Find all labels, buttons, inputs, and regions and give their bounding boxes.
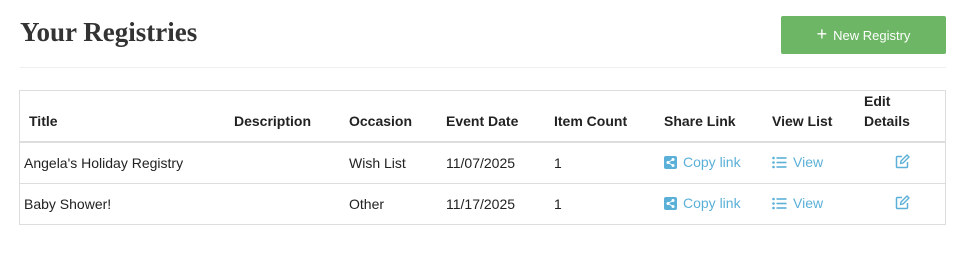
registry-occasion: Wish List bbox=[349, 155, 406, 171]
column-header-view-list: View List bbox=[768, 91, 860, 143]
registry-event-date: 11/17/2025 bbox=[442, 183, 550, 224]
registry-description bbox=[230, 183, 345, 224]
column-header-edit-details: Edit Details bbox=[860, 91, 945, 143]
column-header-occasion: Occasion bbox=[345, 91, 442, 143]
table-row: Baby Shower! Other 11/17/2025 1 Copy lin… bbox=[20, 183, 945, 224]
edit-details-cell bbox=[860, 142, 945, 184]
registry-description bbox=[230, 142, 345, 184]
registry-title: Angela's Holiday Registry bbox=[24, 155, 184, 171]
column-header-event-date: Event Date bbox=[442, 91, 550, 143]
registries-table: Title Description Occasion Event Date It… bbox=[19, 90, 946, 225]
registry-title: Baby Shower! bbox=[20, 183, 230, 224]
new-registry-label: New Registry bbox=[833, 27, 911, 43]
table-row: Angela's Holiday Registry Wish List 11/0… bbox=[20, 142, 945, 184]
new-registry-button[interactable]: + New Registry bbox=[781, 16, 946, 54]
list-icon bbox=[772, 197, 787, 210]
view-list-cell: View bbox=[768, 183, 860, 224]
edit-details-line1: Edit bbox=[864, 93, 891, 109]
copy-link-label: Copy link bbox=[683, 195, 741, 212]
edit-details-cell bbox=[860, 183, 945, 224]
registry-event-date: 11/07/2025 bbox=[446, 155, 516, 171]
column-header-description: Description bbox=[230, 91, 345, 143]
plus-icon: + bbox=[816, 24, 828, 44]
view-list-link[interactable]: View bbox=[772, 195, 823, 211]
copy-link-cell: Copy link bbox=[660, 142, 768, 184]
list-icon bbox=[772, 156, 787, 169]
column-header-item-count: Item Count bbox=[550, 91, 660, 143]
edit-icon bbox=[895, 154, 910, 169]
view-list-label: View bbox=[793, 154, 824, 171]
copy-link-cell: Copy link bbox=[660, 183, 768, 224]
copy-link-button[interactable]: Copy link bbox=[664, 195, 741, 211]
share-icon bbox=[664, 196, 677, 210]
edit-registry-button[interactable] bbox=[895, 154, 910, 169]
registry-occasion: Other bbox=[345, 183, 442, 224]
registry-item-count: 1 bbox=[554, 155, 562, 171]
edit-icon bbox=[895, 195, 910, 210]
column-header-title: Title bbox=[20, 91, 230, 143]
page-title: Your Registries bbox=[20, 17, 198, 47]
view-list-cell: View bbox=[768, 142, 860, 184]
registry-item-count: 1 bbox=[550, 183, 660, 224]
copy-link-label: Copy link bbox=[683, 154, 741, 171]
view-list-link[interactable]: View bbox=[772, 154, 823, 170]
share-icon bbox=[664, 155, 677, 169]
copy-link-button[interactable]: Copy link bbox=[664, 154, 741, 170]
view-list-label: View bbox=[793, 195, 824, 212]
edit-registry-button[interactable] bbox=[895, 195, 910, 210]
column-header-share-link: Share Link bbox=[660, 91, 768, 143]
edit-details-line2: Details bbox=[864, 113, 910, 129]
header-divider bbox=[20, 67, 946, 68]
table-header-row: Title Description Occasion Event Date It… bbox=[20, 91, 945, 143]
